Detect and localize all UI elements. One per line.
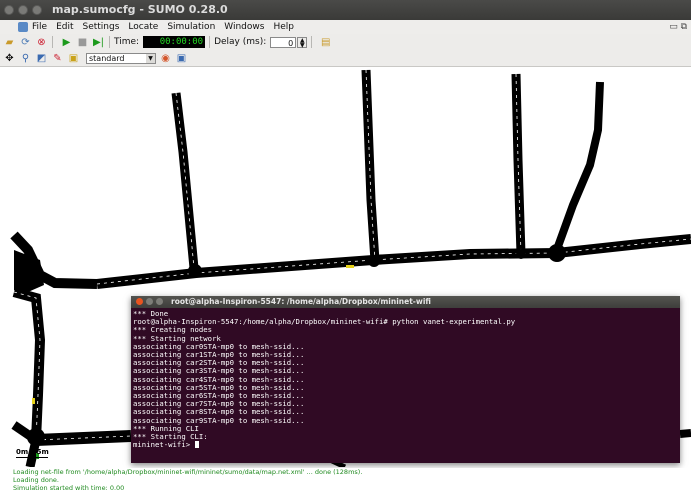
road-segment [511,73,526,255]
junction [548,244,566,262]
scale-start-label: 0m [16,448,29,456]
menu-windows[interactable]: Windows [224,22,264,32]
delay-spinner[interactable]: ▲ ▼ [297,36,308,48]
mdi-window-controls[interactable]: ▭ ⧉ [669,22,687,32]
open-folder-icon[interactable]: ▰ [3,36,16,49]
zoom-icon[interactable]: ⚲ [19,52,32,65]
junction [368,255,380,267]
scale-line [16,457,48,458]
junction [27,428,45,446]
road-segment [12,287,46,441]
terminal-titlebar: root@alpha-Inspiron-5547: /home/alpha/Dr… [131,296,680,308]
scale-bar: 0m 5m [16,448,49,458]
menu-bar: File Edit Settings Locate Simulation Win… [0,20,691,34]
log-line: Loading done. [13,476,59,484]
simulation-toolbar: ▰ ⟳ ⊗ ▶ ■ ▶| Time: 00:00:00 Delay (ms): … [0,34,691,50]
reload-icon[interactable]: ⟳ [19,36,32,49]
terminal-minimize-icon[interactable] [146,298,153,305]
time-display: 00:00:00 [143,36,206,48]
scheme-value: standard [89,53,125,63]
road-segment [679,429,691,438]
delay-input[interactable]: 0 [270,36,297,48]
stop-icon[interactable]: ■ [76,36,89,49]
edit-breakpoints-icon[interactable]: ✎ [51,52,64,65]
delay-label: Delay (ms): [214,37,267,47]
terminal-window[interactable]: root@alpha-Inspiron-5547: /home/alpha/Dr… [131,296,680,463]
menu-settings[interactable]: Settings [83,22,120,32]
terminal-prompt: mininet-wifi> [133,440,195,450]
close-window-icon[interactable] [4,5,14,15]
show-tooltips-icon[interactable]: ▣ [67,52,80,65]
chevron-down-icon: ▼ [146,53,155,63]
menu-file[interactable]: File [32,22,47,32]
vehicle [346,265,354,268]
recenter-icon[interactable]: ✥ [3,52,16,65]
close-simulation-icon[interactable]: ⊗ [35,36,48,49]
window-titlebar: map.sumocfg - SUMO 0.28.0 [0,0,691,20]
terminal-cursor [194,441,199,449]
terminal-maximize-icon[interactable] [156,298,163,305]
terminal-line: *** Running CLI [133,423,199,433]
locate-icon[interactable]: ◩ [35,52,48,65]
new-view-icon[interactable]: ▤ [319,36,332,49]
log-line: Loading net-file from '/home/alpha/Dropb… [13,468,363,476]
terminal-line: *** Starting CLI: [133,432,208,442]
menu-help[interactable]: Help [273,22,294,32]
log-line: Simulation started with time: 0.00 [13,484,125,492]
maximize-window-icon[interactable] [32,5,42,15]
terminal-line: root@alpha-Inspiron-5547:/home/alpha/Dro… [133,317,516,327]
step-icon[interactable]: ▶| [92,36,105,49]
junction [188,264,202,278]
screenshot-icon[interactable]: ▣ [175,52,188,65]
road-segment [552,81,604,254]
toolbar-divider [52,36,53,48]
view-toolbar: ✥ ⚲ ◩ ✎ ▣ standard ▼ ◉ ▣ [0,50,691,67]
menu-simulation[interactable]: Simulation [167,22,215,32]
time-label: Time: [114,37,140,47]
toolbar-divider [209,36,211,48]
toolbar-divider [109,36,110,48]
vehicle [32,398,35,404]
sumo-app-icon [18,22,28,32]
toolbar-divider [311,36,313,48]
color-wheel-icon[interactable]: ◉ [159,52,172,65]
play-icon[interactable]: ▶ [60,36,73,49]
message-log: Loading net-file from '/home/alpha/Dropb… [0,468,691,493]
junction [14,250,44,292]
menu-edit[interactable]: Edit [56,22,73,32]
terminal-title: root@alpha-Inspiron-5547: /home/alpha/Dr… [171,297,431,306]
visualization-scheme-select[interactable]: standard ▼ [86,52,156,64]
minimize-window-icon[interactable] [18,5,28,15]
terminal-line: associating car9STA-mp0 to mesh-ssid... [133,415,305,425]
window-title: map.sumocfg - SUMO 0.28.0 [52,3,228,16]
scale-end-label: 5m [36,448,49,456]
terminal-prompt-line[interactable]: mininet-wifi> [133,441,680,449]
junction [516,249,526,259]
menu-locate[interactable]: Locate [128,22,158,32]
road-segment [96,234,691,289]
terminal-output[interactable]: *** Done root@alpha-Inspiron-5547:/home/a… [131,308,680,449]
terminal-close-icon[interactable] [136,298,143,305]
